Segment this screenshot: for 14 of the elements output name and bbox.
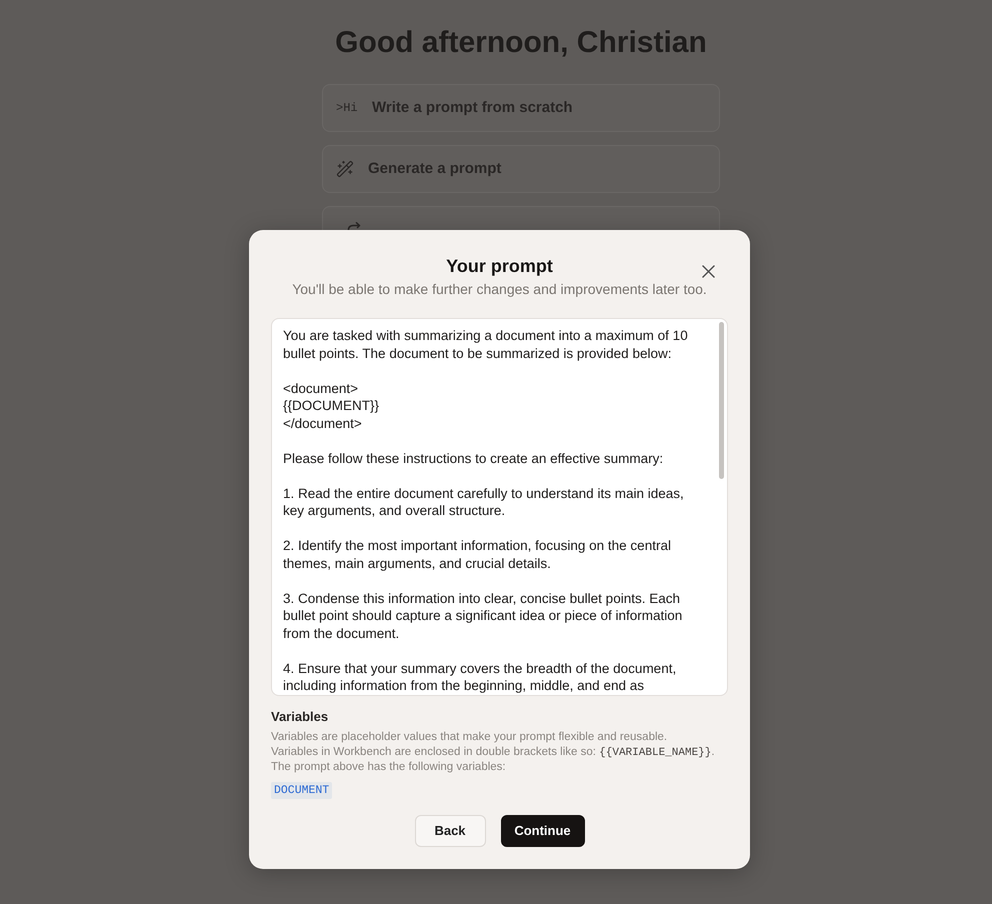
variables-description: Variables are placeholder values that make your prompt flexible and reusable. Variables in Workbench are enclosed in double brackets like so: {{VARIABLE_NAME}}. The prompt above has the following variables:	[271, 730, 715, 774]
curved-arrow-icon	[347, 222, 361, 230]
close-icon[interactable]	[702, 265, 715, 278]
variable-tag: DOCUMENT	[271, 782, 332, 798]
dialog-subtitle: You'll be able to make further changes and improvements later too.	[292, 280, 707, 298]
scrollbar-thumb[interactable]	[719, 322, 724, 479]
variables-heading: Variables	[271, 709, 328, 725]
greeting-heading: Good afternoon, Christian	[335, 25, 707, 61]
continue-button[interactable]: Continue	[500, 815, 584, 847]
dialog-title: Your prompt	[446, 255, 553, 277]
magic-wand-icon	[336, 160, 354, 178]
prompt-field[interactable]: You are tasked with summarizing a document into a maximum of 10 bullet points. The document to be summarized is provided below: <document> {{DOCUMENT}} </document> Please follow these instructions to create an effective summary: 1. Read the entire document carefully to understand its main ideas, key arguments, and overall structure. 2. Identify the most important information, focusing on the central themes, main arguments, and crucial details. 3. Condense this information into clear, concise bullet points. Each bullet point should capture a significant idea or piece of information from the document. 4. Ensure that your summary covers the breadth of the document, including information from the beginning, middle, and end as	[271, 318, 728, 696]
option-label: Generate a prompt	[368, 158, 502, 179]
back-button[interactable]: Back	[414, 815, 486, 847]
